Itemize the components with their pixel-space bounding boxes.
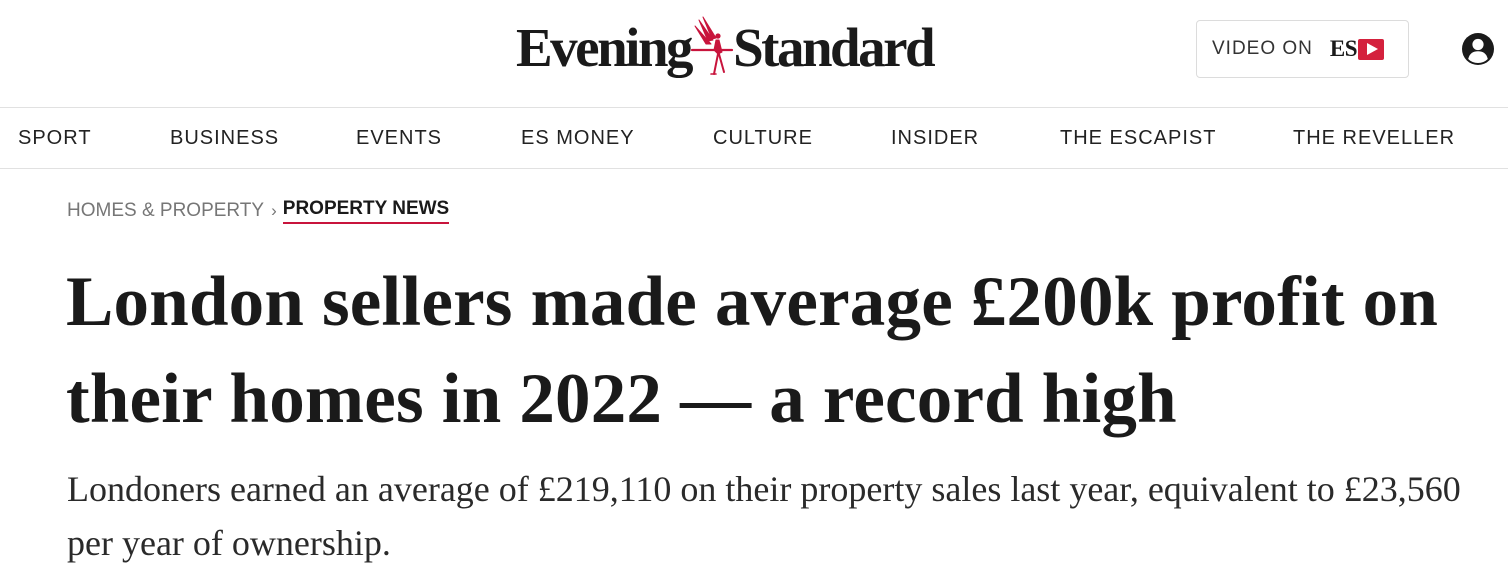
breadcrumb: HOMES & PROPERTY › PROPERTY NEWS (67, 198, 450, 224)
nav-item-culture[interactable]: CULTURE (713, 127, 813, 150)
es-brand-text: ES (1329, 36, 1358, 61)
logo-word-evening: Evening (516, 16, 694, 78)
article-standfirst: Londoners earned an average of £219,110 … (67, 469, 1461, 563)
breadcrumb-homes-property[interactable]: HOMES & PROPERTY (67, 200, 264, 222)
site-header: Evening Standard VIDEO ON ES (0, 0, 1508, 108)
nav-item-es-money[interactable]: ES MONEY (521, 127, 635, 150)
logo-word-standard: Standard (733, 16, 936, 78)
nav-item-events[interactable]: EVENTS (356, 127, 442, 150)
nav-item-insider[interactable]: INSIDER (891, 127, 979, 150)
nav-item-sport[interactable]: SPORT (18, 127, 92, 150)
nav-item-the-escapist[interactable]: THE ESCAPIST (1060, 127, 1216, 150)
video-on-es-button[interactable]: VIDEO ON ES (1196, 20, 1409, 78)
section-nav: SPORT BUSINESS EVENTS ES MONEY CULTURE I… (0, 108, 1508, 169)
user-account-icon[interactable] (1461, 32, 1495, 66)
play-icon (1358, 38, 1385, 60)
es-video-brand: ES (1329, 36, 1385, 62)
breadcrumb-property-news[interactable]: PROPERTY NEWS (282, 198, 450, 224)
chevron-right-icon: › (271, 201, 277, 220)
nav-item-the-reveller[interactable]: THE REVELLER (1293, 127, 1455, 150)
article-headline: London sellers made average £200k profit… (66, 263, 1439, 438)
nav-item-business[interactable]: BUSINESS (170, 127, 279, 150)
site-logo[interactable]: Evening Standard (516, 12, 936, 82)
winged-figure-icon (690, 16, 734, 75)
video-label: VIDEO ON (1212, 38, 1313, 59)
